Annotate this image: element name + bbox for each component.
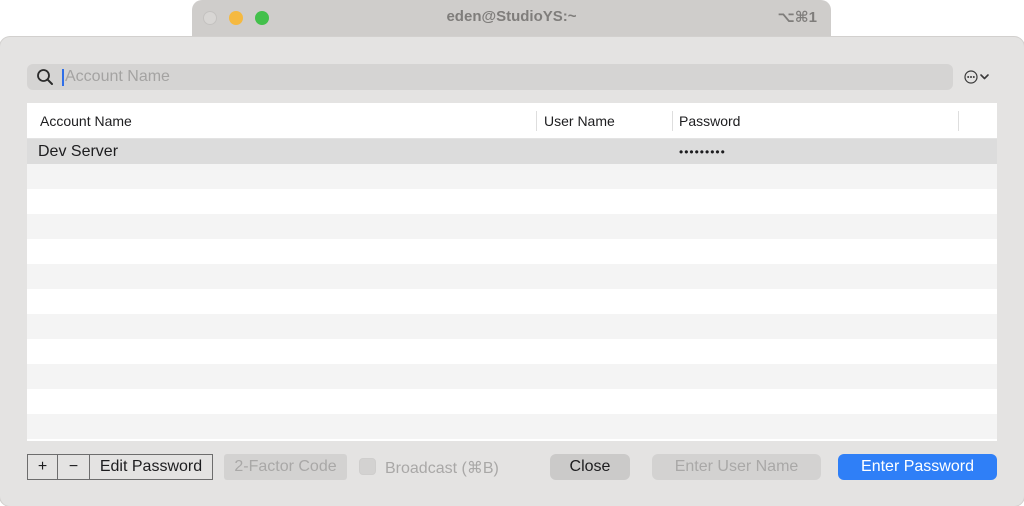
window-title: eden@StudioYS:~ xyxy=(446,8,577,25)
two-factor-code-button[interactable]: 2-Factor Code xyxy=(224,454,347,480)
account-name-cell: Dev Server xyxy=(38,143,119,160)
close-button[interactable]: Close xyxy=(550,454,630,480)
empty-row xyxy=(27,239,997,264)
empty-row xyxy=(27,164,997,189)
add-account-button[interactable]: + xyxy=(27,454,58,480)
empty-row xyxy=(27,189,997,214)
chevron-down-icon xyxy=(980,74,989,80)
column-header-user-name[interactable]: User Name xyxy=(544,113,615,129)
broadcast-label: Broadcast (⌘B) xyxy=(385,460,499,477)
empty-row xyxy=(27,314,997,339)
broadcast-checkbox[interactable] xyxy=(359,458,376,475)
table-header: Account Name User Name Password xyxy=(27,103,997,139)
empty-row xyxy=(27,414,997,439)
search-icon xyxy=(37,69,53,85)
password-cell: ••••••••• xyxy=(679,145,726,159)
empty-row xyxy=(27,389,997,414)
column-header-password[interactable]: Password xyxy=(679,113,740,129)
password-manager-sheet: Account Name User Name Password Dev Serv… xyxy=(0,37,1024,506)
edit-password-button[interactable]: Edit Password xyxy=(89,454,213,480)
empty-row xyxy=(27,289,997,314)
more-options-button[interactable] xyxy=(962,67,994,87)
enter-password-button[interactable]: Enter Password xyxy=(838,454,997,480)
search-field[interactable] xyxy=(27,64,953,90)
column-divider[interactable] xyxy=(958,111,959,131)
empty-row xyxy=(27,339,997,364)
table-row[interactable]: Dev Server ••••••••• xyxy=(27,139,997,164)
window-shortcut: ⌥⌘1 xyxy=(777,9,817,26)
accounts-table: Account Name User Name Password Dev Serv… xyxy=(27,103,997,441)
search-input[interactable] xyxy=(65,64,935,90)
text-caret xyxy=(62,69,64,86)
remove-account-button[interactable]: − xyxy=(57,454,90,480)
more-options-icon xyxy=(964,70,978,84)
empty-row xyxy=(27,364,997,389)
column-divider[interactable] xyxy=(536,111,537,131)
empty-row xyxy=(27,214,997,239)
column-header-account-name[interactable]: Account Name xyxy=(40,113,132,129)
column-divider[interactable] xyxy=(672,111,673,131)
enter-user-name-button[interactable]: Enter User Name xyxy=(652,454,821,480)
empty-row xyxy=(27,264,997,289)
